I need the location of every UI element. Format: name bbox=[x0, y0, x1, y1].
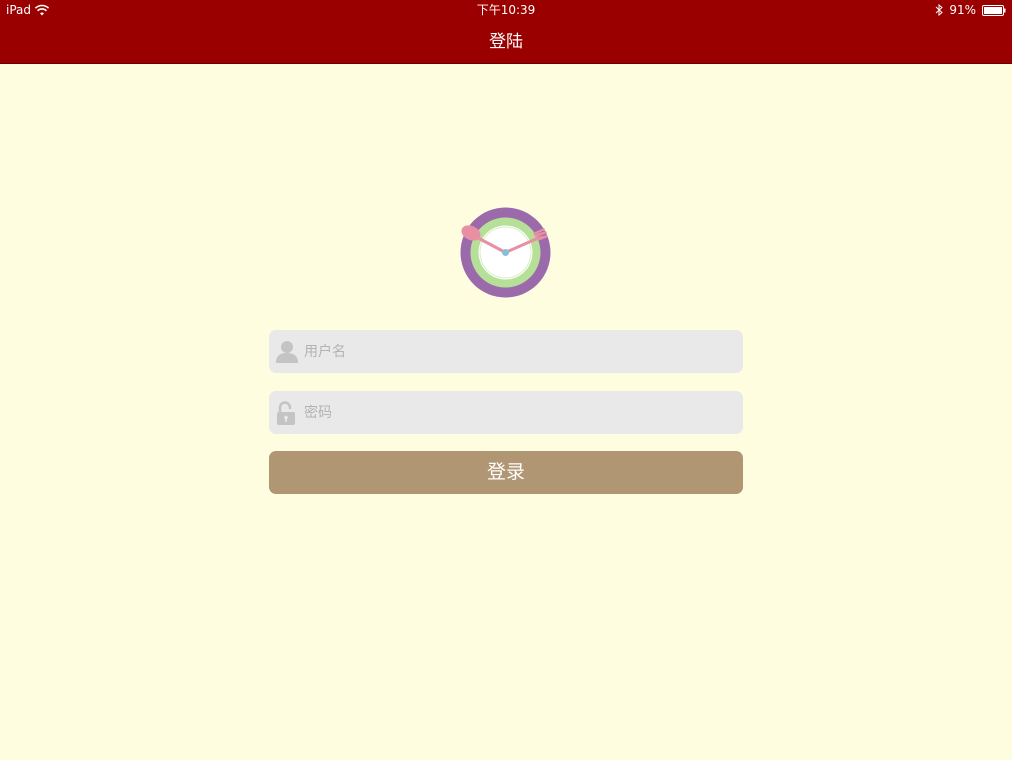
user-icon bbox=[276, 341, 298, 363]
battery-percentage: 91% bbox=[949, 3, 976, 17]
bluetooth-icon bbox=[935, 4, 944, 16]
status-right: 91% bbox=[935, 0, 1006, 20]
top-bar: iPad 下午10:39 91% 登陆 bbox=[0, 0, 1012, 64]
password-input[interactable] bbox=[304, 391, 734, 434]
status-time: 下午10:39 bbox=[476, 3, 536, 17]
clock-with-spoon-and-fork-logo bbox=[460, 207, 551, 298]
password-field bbox=[269, 391, 743, 434]
unlock-icon bbox=[277, 401, 295, 425]
username-input[interactable] bbox=[304, 330, 734, 373]
username-field bbox=[269, 330, 743, 373]
login-button[interactable]: 登录 bbox=[269, 451, 743, 494]
battery-icon bbox=[982, 4, 1006, 16]
page-title: 登陆 bbox=[489, 32, 523, 52]
status-bar: iPad 下午10:39 91% bbox=[0, 0, 1012, 20]
